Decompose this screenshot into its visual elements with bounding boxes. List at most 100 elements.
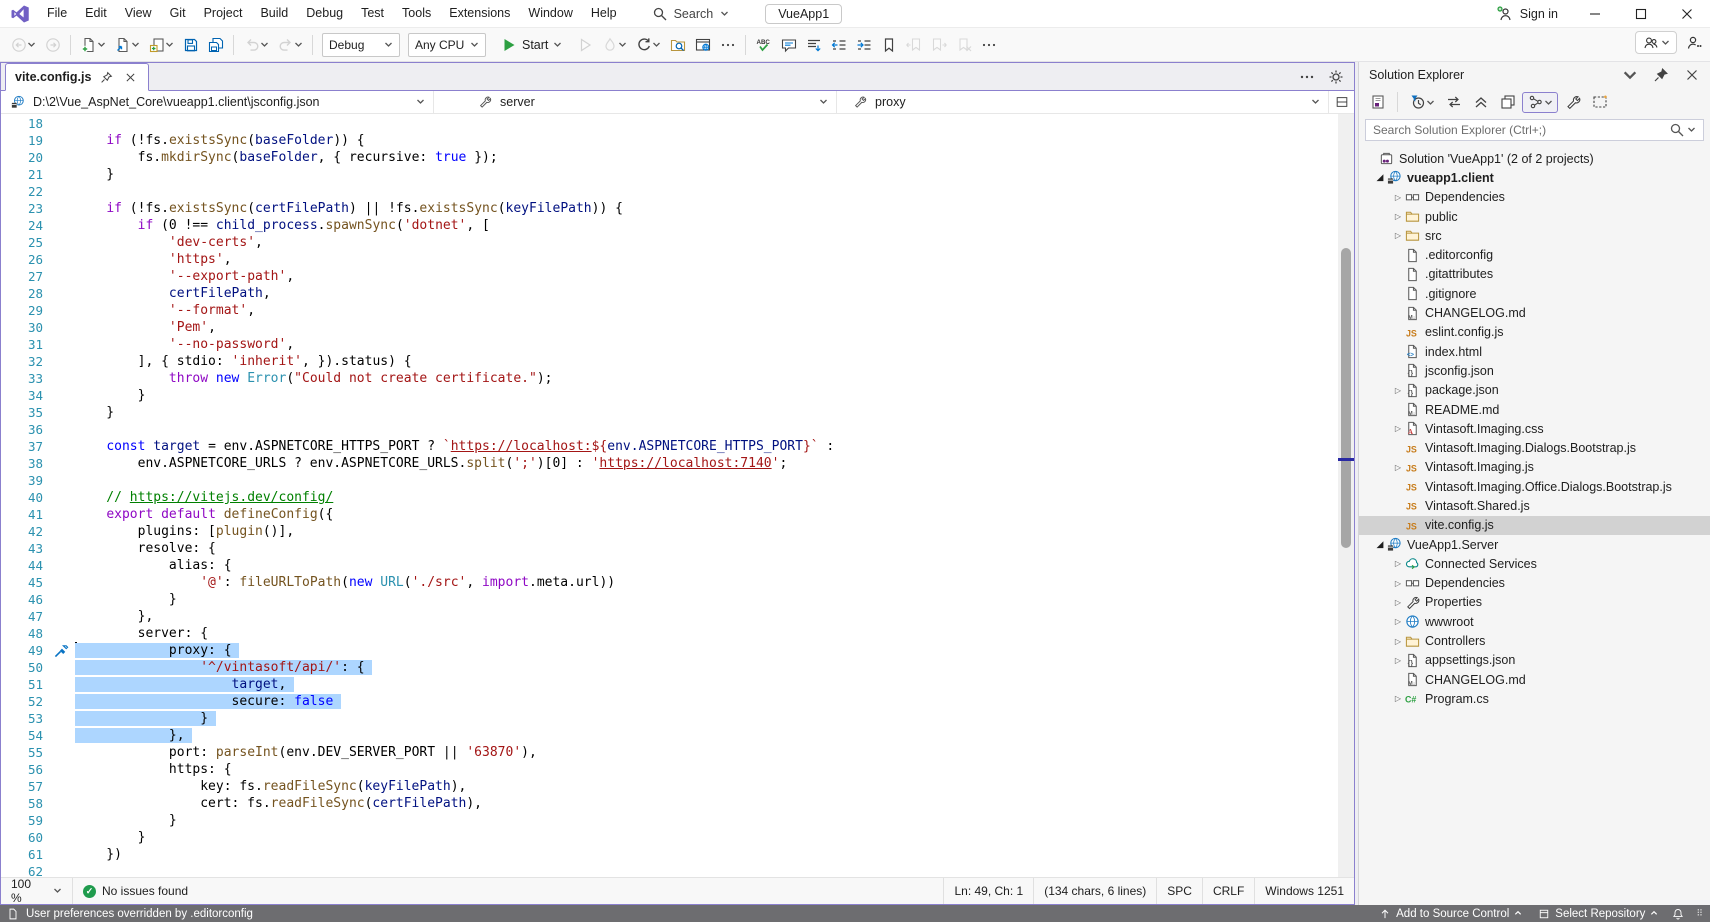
scrollbar-thumb[interactable] [1341,248,1351,548]
expander-open-icon[interactable]: ◢ [1373,172,1387,183]
toggle-comment-button[interactable] [777,32,800,58]
menu-test[interactable]: Test [352,0,393,27]
expander-closed-icon[interactable]: ▷ [1391,579,1405,588]
tree-item-gitattributes[interactable]: .gitattributes [1359,265,1710,284]
issues-indicator[interactable]: ✓ No issues found [73,884,198,898]
view-mode-toggle-button[interactable] [1522,92,1558,113]
undo-button[interactable] [240,32,272,58]
tree-item-index-html[interactable]: <>index.html [1359,342,1710,361]
bell-icon[interactable] [1669,905,1686,922]
tree-item-wwwroot[interactable]: ▷wwwroot [1359,612,1710,631]
expander-closed-icon[interactable]: ▷ [1391,694,1405,703]
expander-closed-icon[interactable]: ▷ [1391,656,1405,665]
menu-tools[interactable]: Tools [393,0,440,27]
redo-button[interactable] [274,32,306,58]
resize-grip[interactable]: ⠿ [1692,908,1704,919]
menu-view[interactable]: View [116,0,161,27]
next-bookmark-button[interactable] [927,32,950,58]
tree-item-controllers[interactable]: ▷Controllers [1359,631,1710,650]
tree-item-program-cs[interactable]: ▷C#Program.cs [1359,689,1710,708]
tree-item-dependencies[interactable]: ▷Dependencies [1359,574,1710,593]
sign-in-button[interactable]: Sign in [1497,6,1558,23]
expander-closed-icon[interactable]: ▷ [1391,193,1405,202]
sync-with-active-document-button[interactable] [1442,89,1465,115]
tree-item-eslint-config-js[interactable]: JSeslint.config.js [1359,323,1710,342]
expander-closed-icon[interactable]: ▷ [1391,424,1405,433]
add-to-source-control-button[interactable]: Add to Source Control [1374,908,1527,920]
tree-item-properties[interactable]: ▷Properties [1359,593,1710,612]
start-debugging[interactable]: Start [493,32,569,58]
editor-scrollbar[interactable] [1338,114,1354,878]
tree-item-vite-config-js[interactable]: JSvite.config.js [1359,516,1710,535]
tree-item-public[interactable]: ▷public [1359,207,1710,226]
tree-item-changelog-md[interactable]: M↓CHANGELOG.md [1359,670,1710,689]
feedback-button[interactable] [1635,31,1677,54]
zoom-selector[interactable]: 100 % [1,878,73,904]
tree-item-dependencies[interactable]: ▷Dependencies [1359,188,1710,207]
increase-indent-button[interactable] [852,32,875,58]
spell-checker-button[interactable]: ABC [752,32,775,58]
toggle-bookmark-button[interactable] [877,32,900,58]
switch-between-views-button[interactable] [1366,89,1389,115]
tree-item-vintasoft-shared-js[interactable]: JSVintasoft.Shared.js [1359,496,1710,515]
navigate-forward-button[interactable] [41,32,64,58]
menu-extensions[interactable]: Extensions [440,0,519,27]
menu-window[interactable]: Window [519,0,581,27]
close-icon[interactable] [1683,67,1700,84]
navigate-back-button[interactable] [7,32,39,58]
hot-reload-button[interactable] [598,32,630,58]
breadcrumb-scope-dropdown[interactable]: server [434,91,837,113]
tree-item-solution-vueapp1-2-of-2-projects[interactable]: Solution 'VueApp1' (2 of 2 projects) [1359,149,1710,168]
menu-debug[interactable]: Debug [297,0,352,27]
solution-configurations[interactable]: Debug [322,33,400,57]
menu-help[interactable]: Help [582,0,626,27]
open-file-button[interactable] [111,32,143,58]
standard-toolbar-overflow-button[interactable] [716,32,739,58]
add-new-item-button[interactable] [145,32,177,58]
line-ending-mode[interactable]: CRLF [1202,878,1254,904]
tree-item-connected-services[interactable]: ▷Connected Services [1359,554,1710,573]
tab-vite-config[interactable]: vite.config.js [5,63,149,91]
expander-closed-icon[interactable]: ▷ [1391,559,1405,568]
tree-item-src[interactable]: ▷src [1359,226,1710,245]
comment-selection-button[interactable] [802,32,825,58]
tree-item-vintasoft-imaging-office-dialogs-bootstrap-js[interactable]: JSVintasoft.Imaging.Office.Dialogs.Boots… [1359,477,1710,496]
expander-closed-icon[interactable]: ▷ [1391,212,1405,221]
account-options-icon[interactable] [1685,34,1702,51]
show-all-files-button[interactable] [1496,89,1519,115]
split-editor-button[interactable] [1329,91,1354,113]
maximize-button[interactable] [1618,0,1664,28]
tree-item-gitignore[interactable]: .gitignore [1359,284,1710,303]
menu-git[interactable]: Git [161,0,195,27]
clear-bookmarks-button[interactable] [952,32,975,58]
breadcrumb-file-dropdown[interactable]: D:\2\Vue_AspNet_Core\vueapp1.client\jsco… [1,91,434,113]
browser-link-button[interactable] [691,32,714,58]
expander-closed-icon[interactable]: ▷ [1391,617,1405,626]
editor-toolbar-overflow-button[interactable] [977,32,1000,58]
tree-item-appsettings-json[interactable]: ▷{}appsettings.json [1359,651,1710,670]
cursor-position[interactable]: Ln: 49, Ch: 1 [943,878,1033,904]
previous-bookmark-button[interactable] [902,32,925,58]
tree-item-vueapp1-client[interactable]: ◢vueapp1.client [1359,168,1710,187]
find-in-files-button[interactable] [666,32,689,58]
code-editor[interactable]: 1819 if (!fs.existsSync(baseFolder)) {20… [1,114,1354,878]
tree-item-readme-md[interactable]: M↓README.md [1359,400,1710,419]
properties-button[interactable] [1561,89,1584,115]
decrease-indent-button[interactable] [827,32,850,58]
document-overflow-icon[interactable] [1298,68,1315,85]
save-button[interactable] [179,32,202,58]
close-tab-icon[interactable] [122,69,139,86]
expander-closed-icon[interactable]: ▷ [1391,463,1405,472]
tree-item-jsconfig-json[interactable]: {}jsconfig.json [1359,361,1710,380]
solution-platforms[interactable]: Any CPU [408,33,486,57]
pending-changes-filter-button[interactable] [1406,89,1438,115]
indentation-mode[interactable]: SPC [1156,878,1202,904]
global-search[interactable]: Search [644,3,738,24]
expander-closed-icon[interactable]: ▷ [1391,386,1405,395]
new-file-button[interactable] [77,32,109,58]
close-button[interactable] [1664,0,1710,28]
tree-item-changelog-md[interactable]: M↓CHANGELOG.md [1359,303,1710,322]
tree-item-vintasoft-imaging-dialogs-bootstrap-js[interactable]: JSVintasoft.Imaging.Dialogs.Bootstrap.js [1359,438,1710,457]
solution-explorer-search[interactable]: Search Solution Explorer (Ctrl+;) [1365,119,1704,141]
tree-item-package-json[interactable]: ▷{}package.json [1359,381,1710,400]
